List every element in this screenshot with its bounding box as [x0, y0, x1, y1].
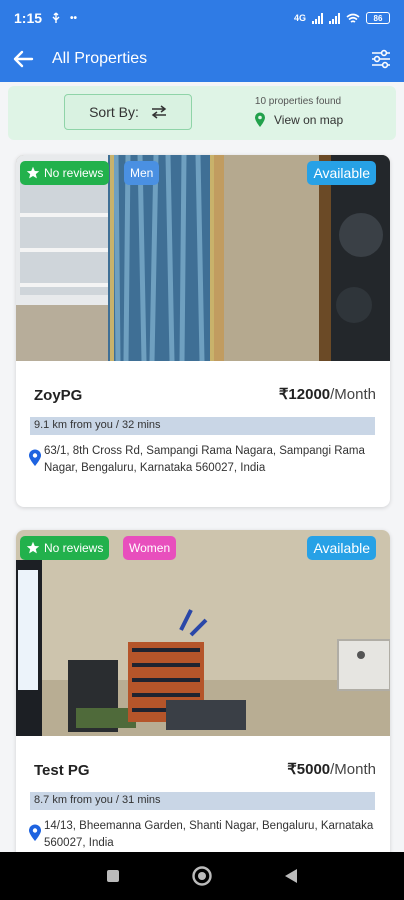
- battery-icon: 86: [366, 12, 390, 24]
- properties-found-count: 10 properties found: [254, 96, 342, 107]
- address-text: 14/13, Bheemanna Garden, Shanti Nagar, B…: [44, 820, 374, 849]
- status-time: 1:15: [14, 10, 43, 26]
- distance-info: 8.7 km from you / 31 mins: [30, 792, 375, 810]
- sort-label: Sort By:: [89, 104, 139, 120]
- property-photo: No reviews Women Available: [16, 530, 390, 736]
- property-name: Test PG: [34, 762, 90, 779]
- property-address: 14/13, Bheemanna Garden, Shanti Nagar, B…: [28, 818, 378, 852]
- app-bar: All Properties: [0, 36, 404, 82]
- location-pin-icon: [29, 449, 41, 466]
- no-reviews-badge: No reviews: [20, 536, 110, 560]
- star-icon: [26, 541, 40, 554]
- address-text: 63/1, 8th Cross Rd, Sampangi Rama Nagara…: [44, 445, 365, 474]
- reviews-label: No reviews: [44, 166, 104, 180]
- property-name: ZoyPG: [34, 387, 83, 404]
- property-card[interactable]: No reviews Women Available Test PG ₹5000…: [16, 530, 390, 860]
- property-address: 63/1, 8th Cross Rd, Sampangi Rama Nagara…: [28, 443, 378, 477]
- sort-button[interactable]: Sort By:: [64, 94, 192, 130]
- map-pin-icon: [255, 112, 265, 127]
- price-amount: ₹5000: [287, 761, 331, 778]
- star-icon: [26, 166, 40, 179]
- status-bar: 1:15 •• 4G 86: [0, 0, 404, 36]
- gender-badge: Women: [123, 536, 177, 560]
- no-reviews-badge: No reviews: [20, 161, 110, 185]
- price-amount: ₹12000: [278, 386, 331, 403]
- gender-badge: Men: [124, 161, 160, 185]
- location-pin-icon: [29, 824, 41, 841]
- property-price: ₹12000/Month: [279, 385, 376, 403]
- sort-toolbar: Sort By: 10 properties found View on map: [8, 86, 396, 140]
- wifi-icon: [346, 13, 360, 23]
- home-icon[interactable]: [191, 865, 213, 887]
- property-photo: No reviews Men Available: [16, 155, 390, 361]
- price-period: /Month: [330, 386, 376, 403]
- filter-settings-icon[interactable]: [370, 48, 392, 70]
- property-card[interactable]: No reviews Men Available ZoyPG ₹12000/Mo…: [16, 155, 390, 507]
- signal-icon: [312, 12, 323, 24]
- page-title: All Properties: [52, 50, 148, 67]
- back-triangle-icon[interactable]: [283, 867, 299, 885]
- view-on-map-link[interactable]: View on map: [254, 112, 343, 128]
- property-price: ₹5000/Month: [287, 760, 376, 778]
- distance-info: 9.1 km from you / 32 mins: [30, 417, 375, 435]
- back-arrow-icon[interactable]: [12, 50, 34, 68]
- view-on-map-label: View on map: [274, 113, 344, 127]
- signal-2-icon: [329, 12, 340, 24]
- notification-dots-icon: ••: [70, 12, 78, 24]
- network-label: 4G: [293, 13, 306, 23]
- swap-arrows-icon: [151, 105, 167, 119]
- recents-icon[interactable]: [105, 868, 121, 884]
- availability-badge: Available: [307, 161, 376, 185]
- system-nav-bar: [0, 852, 404, 900]
- usb-icon: [52, 12, 60, 23]
- availability-badge: Available: [307, 536, 376, 560]
- price-period: /Month: [330, 761, 376, 778]
- reviews-label: No reviews: [44, 541, 104, 555]
